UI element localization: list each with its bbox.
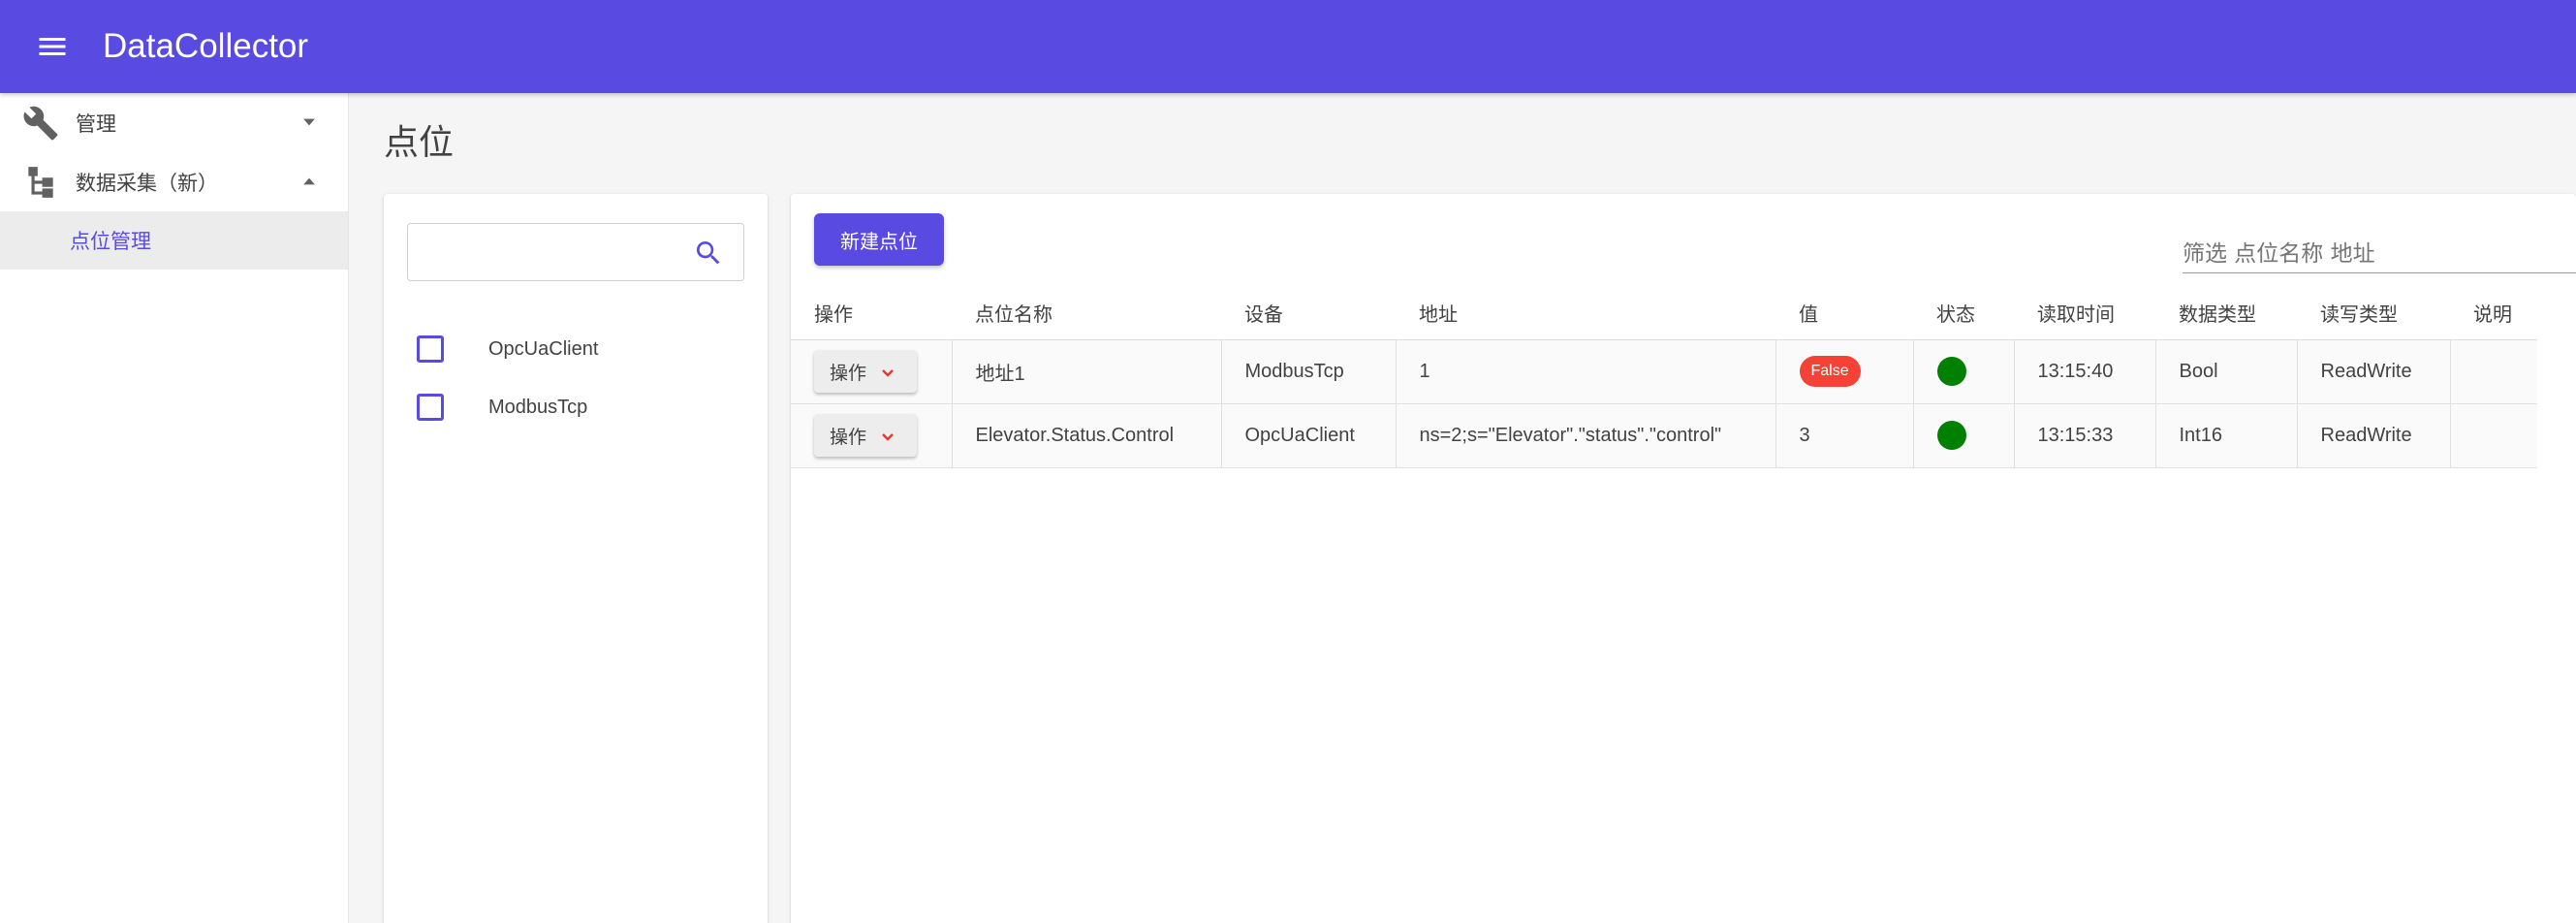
action-cell: 操作 <box>791 403 953 468</box>
action-cell: 操作 <box>791 339 953 404</box>
data-type-cell: Bool <box>2155 339 2298 404</box>
page-title: 点位 <box>384 123 455 163</box>
column-header[interactable]: 数据类型 <box>2155 286 2297 340</box>
nav-group-manage[interactable]: 管理 <box>0 93 348 152</box>
nav-group-data-collection[interactable]: 数据采集（新） <box>0 152 348 211</box>
rw-type-cell: ReadWrite <box>2297 403 2451 468</box>
row-action-label: 操作 <box>830 362 867 384</box>
status-cell <box>1913 339 2015 404</box>
app-bar: DataCollector <box>0 0 2576 93</box>
address-cell: ns=2;s="Elevator"."status"."control" <box>1396 403 1776 468</box>
column-header[interactable]: 操作 <box>791 286 952 340</box>
column-header[interactable]: 读写类型 <box>2297 286 2450 340</box>
description-cell <box>2450 339 2537 404</box>
device-label: OpcUaClient <box>488 337 599 360</box>
nav-item-point-management[interactable]: 点位管理 <box>0 211 348 270</box>
caret-down-icon <box>299 112 319 132</box>
column-header[interactable]: 地址 <box>1396 286 1775 340</box>
point-name-cell: 地址1 <box>952 339 1222 404</box>
nav-drawer: 管理 数据采集（新） 点位管理 <box>0 93 349 923</box>
chevron-down-icon <box>880 428 895 443</box>
read-time-cell: 13:15:40 <box>2014 339 2156 404</box>
device-search-input[interactable] <box>420 234 681 271</box>
chevron-down-icon <box>880 364 895 379</box>
device-item-modbustcp: ModbusTcp <box>417 388 587 427</box>
device-checkbox[interactable] <box>417 335 444 363</box>
row-action-button[interactable]: 操作 <box>814 414 917 457</box>
nav-group-label: 管理 <box>76 111 116 136</box>
filter-input[interactable] <box>2183 235 2576 273</box>
points-panel: 新建点位 操作 点位名称 设备 地址 值 状态 读取时间 数据类型 读写类型 说… <box>791 194 2576 923</box>
column-header[interactable]: 状态 <box>1913 286 2014 340</box>
device-cell: ModbusTcp <box>1221 339 1397 404</box>
table-row: 操作 Elevator.Status.Control OpcUaClient n… <box>791 403 2537 468</box>
column-header[interactable]: 值 <box>1775 286 1913 340</box>
column-header[interactable]: 说明 <box>2450 286 2537 340</box>
new-point-button[interactable]: 新建点位 <box>814 213 944 266</box>
device-cell: OpcUaClient <box>1221 403 1397 468</box>
value-cell: False <box>1775 339 1914 404</box>
device-filter-panel: OpcUaClient ModbusTcp <box>384 194 768 923</box>
row-action-label: 操作 <box>830 426 867 448</box>
search-icon[interactable] <box>693 238 724 269</box>
app-title: DataCollector <box>103 27 309 65</box>
read-time-cell: 13:15:33 <box>2014 403 2156 468</box>
table-header-row: 操作 点位名称 设备 地址 值 状态 读取时间 数据类型 读写类型 说明 <box>791 286 2537 340</box>
address-cell: 1 <box>1396 339 1776 404</box>
rw-type-cell: ReadWrite <box>2297 339 2451 404</box>
column-header[interactable]: 设备 <box>1221 286 1396 340</box>
point-name-cell: Elevator.Status.Control <box>952 403 1222 468</box>
data-type-cell: Int16 <box>2155 403 2298 468</box>
nav-item-label: 点位管理 <box>70 230 151 253</box>
row-action-button[interactable]: 操作 <box>814 350 917 393</box>
points-table: 操作 点位名称 设备 地址 值 状态 读取时间 数据类型 读写类型 说明 操作 <box>791 286 2537 468</box>
value-cell: 3 <box>1775 403 1914 468</box>
table-row: 操作 地址1 ModbusTcp 1 False 13:15:40 Bool R… <box>791 339 2537 404</box>
value-badge: False <box>1799 356 1861 387</box>
column-header[interactable]: 读取时间 <box>2014 286 2155 340</box>
column-header[interactable]: 点位名称 <box>952 286 1221 340</box>
wrench-icon <box>21 104 60 143</box>
device-search-box <box>407 223 744 281</box>
hierarchy-icon <box>21 163 60 202</box>
status-indicator <box>1936 357 1966 386</box>
status-indicator <box>1936 421 1966 450</box>
status-cell <box>1913 403 2015 468</box>
caret-up-icon <box>299 172 319 191</box>
nav-group-label: 数据采集（新） <box>76 171 218 195</box>
device-item-opcuaclient: OpcUaClient <box>417 330 598 368</box>
menu-icon[interactable] <box>17 12 87 81</box>
device-label: ModbusTcp <box>488 396 588 418</box>
description-cell <box>2450 403 2537 468</box>
device-checkbox[interactable] <box>417 394 444 421</box>
